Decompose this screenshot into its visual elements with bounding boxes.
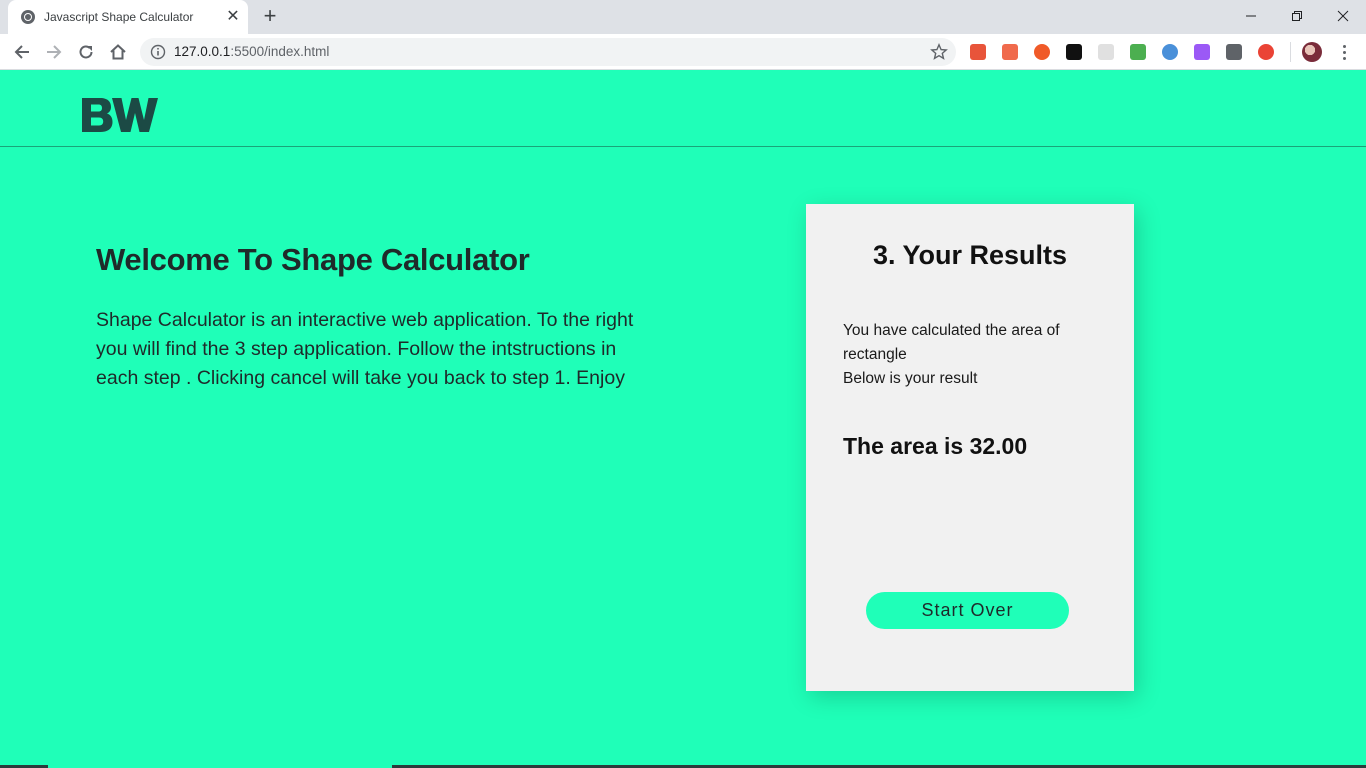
page: BW Welcome To Shape Calculator Shape Cal… bbox=[0, 71, 1366, 768]
bookmark-star-icon[interactable] bbox=[930, 43, 948, 61]
back-icon[interactable] bbox=[8, 38, 36, 66]
globe-icon bbox=[21, 10, 35, 24]
minimize-icon[interactable] bbox=[1228, 2, 1274, 30]
results-description: You have calculated the area of rectangl… bbox=[843, 319, 1103, 391]
results-card: 3. Your Results You have calculated the … bbox=[806, 204, 1134, 691]
reload-icon[interactable] bbox=[72, 38, 100, 66]
results-title: 3. Your Results bbox=[872, 240, 1068, 270]
browser-tab[interactable]: Javascript Shape Calculator ✕ bbox=[8, 0, 248, 34]
url-host: 127.0.0.1 bbox=[174, 44, 231, 59]
streaming-extension-icon[interactable] bbox=[1002, 44, 1018, 60]
browser-tabstrip: Javascript Shape Calculator ✕ + bbox=[0, 0, 1366, 34]
profile-avatar[interactable] bbox=[1302, 42, 1322, 62]
new-tab-icon[interactable]: + bbox=[258, 5, 282, 29]
results-description-line1: You have calculated the area of rectangl… bbox=[843, 322, 1060, 363]
home-icon[interactable] bbox=[104, 38, 132, 66]
menu-icon[interactable] bbox=[1334, 42, 1354, 62]
tab-title: Javascript Shape Calculator bbox=[44, 10, 194, 24]
info-icon[interactable] bbox=[150, 44, 166, 60]
gnome-extension-icon[interactable] bbox=[1066, 44, 1082, 60]
results-description-line2: Below is your result bbox=[843, 370, 978, 387]
pen-extension-icon[interactable] bbox=[1194, 44, 1210, 60]
area-result: The area is 32.00 bbox=[843, 433, 1028, 459]
welcome-description: Shape Calculator is an interactive web a… bbox=[96, 309, 634, 389]
close-window-icon[interactable] bbox=[1320, 2, 1366, 30]
office-extension-icon[interactable] bbox=[970, 44, 986, 60]
forward-icon[interactable] bbox=[40, 38, 68, 66]
url-text: 127.0.0.1:5500/index.html bbox=[174, 44, 329, 59]
toolbar-divider bbox=[1290, 42, 1291, 62]
color-picker-extension-icon[interactable] bbox=[1130, 44, 1146, 60]
angular-extension-icon[interactable] bbox=[1226, 44, 1242, 60]
bw-logo[interactable]: BW bbox=[82, 94, 158, 136]
close-tab-icon[interactable]: ✕ bbox=[224, 8, 242, 26]
url-path: :5500/index.html bbox=[230, 44, 330, 59]
restore-icon[interactable] bbox=[1274, 2, 1320, 30]
infinity-extension-icon[interactable] bbox=[1034, 44, 1050, 60]
site-header: BW bbox=[0, 71, 1366, 147]
address-bar[interactable]: 127.0.0.1:5500/index.html bbox=[140, 38, 956, 66]
blank-extension-icon[interactable] bbox=[1098, 44, 1114, 60]
start-over-button[interactable]: Start Over bbox=[866, 592, 1069, 629]
browser-toolbar: 127.0.0.1:5500/index.html bbox=[0, 34, 1366, 70]
opera-extension-icon[interactable] bbox=[1162, 44, 1178, 60]
chrome-rainbow-extension-icon[interactable] bbox=[1258, 44, 1274, 60]
welcome-title: Welcome To Shape Calculator bbox=[96, 242, 530, 277]
